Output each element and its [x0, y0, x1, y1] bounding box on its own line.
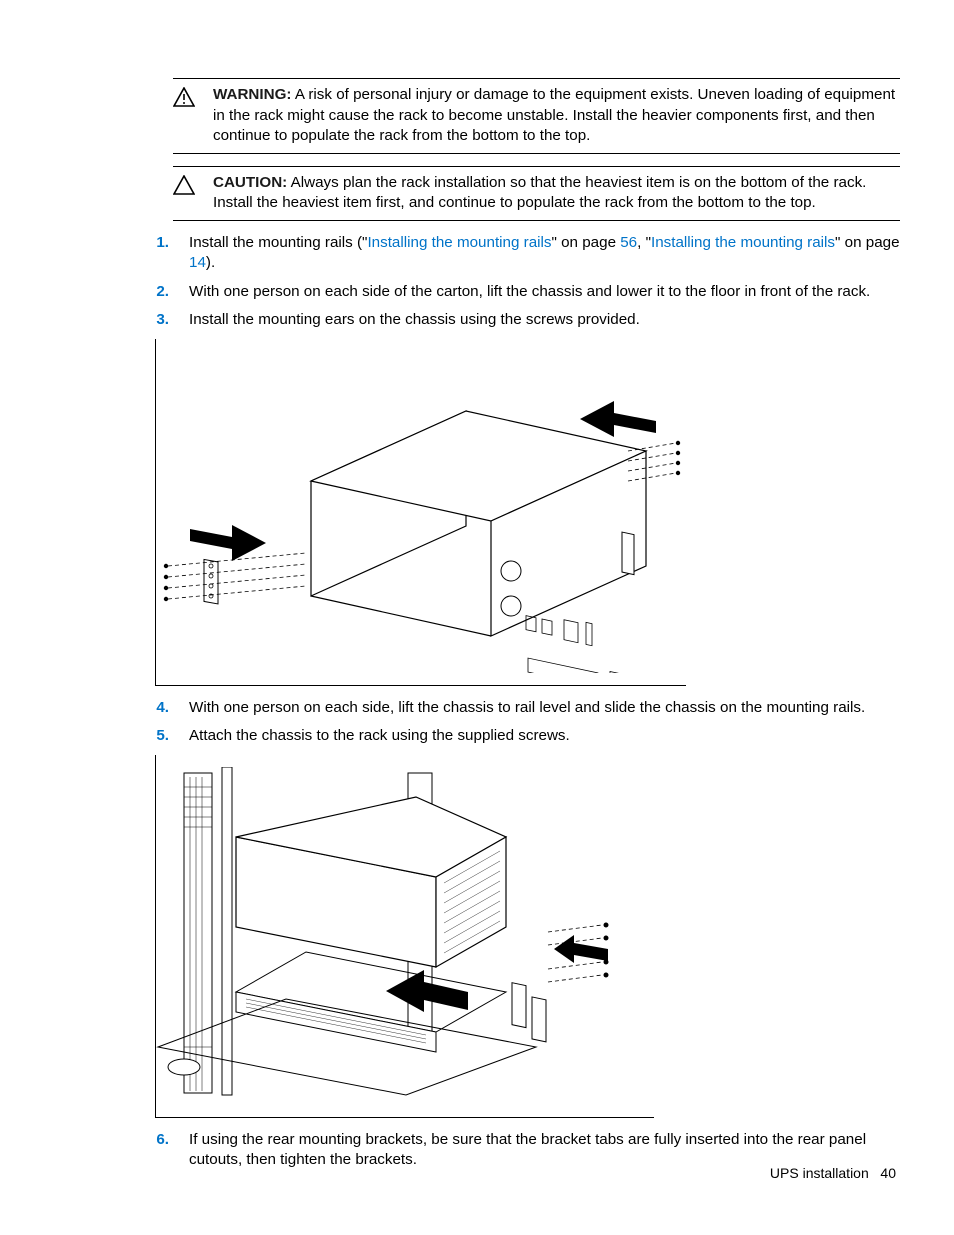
step-4: 4. With one person on each side, lift th… — [155, 698, 900, 719]
step-3: 3. Install the mounting ears on the chas… — [155, 310, 900, 331]
procedure-steps: 1. Install the mounting rails ("Installi… — [155, 233, 900, 331]
step-2: 2. With one person on each side of the c… — [155, 282, 900, 303]
caution-text: Always plan the rack installation so tha… — [213, 174, 866, 212]
page-ref[interactable]: 14 — [189, 254, 206, 271]
step-5: 5. Attach the chassis to the rack using … — [155, 726, 900, 747]
step-text: Install the mounting rails ("Installing … — [189, 233, 900, 274]
warning-icon — [173, 85, 195, 107]
step-number: 1. — [155, 233, 169, 254]
caution-callout: CAUTION: Always plan the rack installati… — [173, 166, 900, 221]
caution-icon — [173, 173, 195, 195]
warning-callout: WARNING: A risk of personal injury or da… — [173, 78, 900, 154]
caution-label: CAUTION: — [213, 174, 287, 191]
step-number: 5. — [155, 726, 169, 747]
page: WARNING: A risk of personal injury or da… — [0, 0, 954, 1235]
step-1: 1. Install the mounting rails ("Installi… — [155, 233, 900, 274]
step-text: Install the mounting ears on the chassis… — [189, 310, 900, 331]
step-number: 2. — [155, 282, 169, 303]
step-text: With one person on each side, lift the c… — [189, 698, 900, 719]
figure-rack-insertion — [155, 755, 654, 1118]
page-footer: UPS installation 40 — [770, 1164, 896, 1183]
step-text: With one person on each side of the cart… — [189, 282, 900, 303]
step-number: 6. — [155, 1130, 169, 1151]
step-text: Attach the chassis to the rack using the… — [189, 726, 900, 747]
crossref-link[interactable]: Installing the mounting rails — [651, 234, 835, 251]
warning-text: A risk of personal injury or damage to t… — [213, 86, 895, 144]
caution-body: CAUTION: Always plan the rack installati… — [213, 173, 900, 214]
figure-mounting-ears — [155, 339, 686, 686]
footer-section: UPS installation — [770, 1165, 869, 1181]
footer-page: 40 — [880, 1165, 896, 1181]
warning-label: WARNING: — [213, 86, 291, 103]
step-number: 4. — [155, 698, 169, 719]
page-ref[interactable]: 56 — [620, 234, 637, 251]
warning-body: WARNING: A risk of personal injury or da… — [213, 85, 900, 147]
procedure-steps-cont: 4. With one person on each side, lift th… — [155, 698, 900, 747]
crossref-link[interactable]: Installing the mounting rails — [367, 234, 551, 251]
step-number: 3. — [155, 310, 169, 331]
